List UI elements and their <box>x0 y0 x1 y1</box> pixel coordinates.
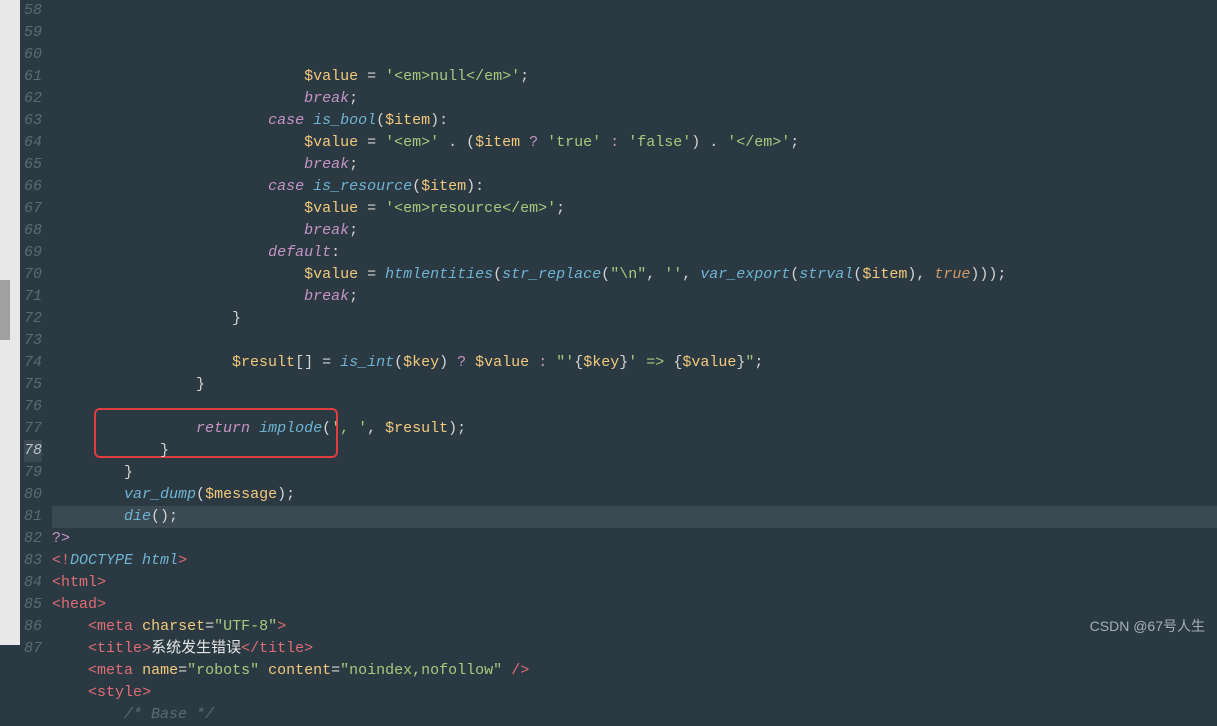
code-line[interactable]: case is_bool($item): <box>52 110 1217 132</box>
code-line[interactable]: <html> <box>52 572 1217 594</box>
line-number: 58 <box>24 0 42 22</box>
code-line[interactable]: break; <box>52 154 1217 176</box>
line-number: 85 <box>24 594 42 616</box>
code-line[interactable]: break; <box>52 88 1217 110</box>
code-content-area[interactable]: $value = '<em>null</em>'; break; case is… <box>52 0 1217 645</box>
code-line[interactable] <box>52 330 1217 352</box>
code-line[interactable]: return implode(', ', $result); <box>52 418 1217 440</box>
code-line[interactable]: } <box>52 462 1217 484</box>
line-number: 65 <box>24 154 42 176</box>
line-number: 78 <box>24 440 42 462</box>
code-line[interactable]: } <box>52 440 1217 462</box>
line-number: 67 <box>24 198 42 220</box>
line-number: 63 <box>24 110 42 132</box>
line-number: 70 <box>24 264 42 286</box>
line-number: 82 <box>24 528 42 550</box>
code-line[interactable]: die(); <box>52 506 1217 528</box>
code-line[interactable]: <style> <box>52 682 1217 704</box>
code-line[interactable]: <meta name="robots" content="noindex,nof… <box>52 660 1217 682</box>
code-line[interactable]: $value = '<em>' . ($item ? 'true' : 'fal… <box>52 132 1217 154</box>
code-line[interactable]: <head> <box>52 594 1217 616</box>
watermark-text: CSDN @67号人生 <box>1090 615 1205 637</box>
code-line[interactable]: var_dump($message); <box>52 484 1217 506</box>
line-number: 75 <box>24 374 42 396</box>
line-number: 73 <box>24 330 42 352</box>
code-line[interactable]: <title>系统发生错误</title> <box>52 638 1217 660</box>
code-line[interactable]: $value = '<em>resource</em>'; <box>52 198 1217 220</box>
code-line[interactable]: default: <box>52 242 1217 264</box>
line-number: 69 <box>24 242 42 264</box>
code-line[interactable]: $result[] = is_int($key) ? $value : "'{$… <box>52 352 1217 374</box>
line-number: 81 <box>24 506 42 528</box>
line-number: 62 <box>24 88 42 110</box>
line-number: 60 <box>24 44 42 66</box>
code-line[interactable]: $value = htmlentities(str_replace("\n", … <box>52 264 1217 286</box>
code-line[interactable]: break; <box>52 286 1217 308</box>
line-number: 66 <box>24 176 42 198</box>
code-line[interactable]: <meta charset="UTF-8"> <box>52 616 1217 638</box>
line-number: 59 <box>24 22 42 44</box>
line-number: 64 <box>24 132 42 154</box>
line-number: 84 <box>24 572 42 594</box>
code-line[interactable]: <!DOCTYPE html> <box>52 550 1217 572</box>
line-number: 87 <box>24 638 42 660</box>
code-line[interactable]: ?> <box>52 528 1217 550</box>
code-line[interactable]: break; <box>52 220 1217 242</box>
code-line[interactable]: $value = '<em>null</em>'; <box>52 66 1217 88</box>
code-line[interactable]: /* Base */ <box>52 704 1217 726</box>
line-number: 74 <box>24 352 42 374</box>
line-number: 80 <box>24 484 42 506</box>
line-number: 61 <box>24 66 42 88</box>
line-number: 71 <box>24 286 42 308</box>
code-line[interactable]: case is_resource($item): <box>52 176 1217 198</box>
line-number: 76 <box>24 396 42 418</box>
code-line[interactable] <box>52 396 1217 418</box>
line-number: 83 <box>24 550 42 572</box>
line-number: 86 <box>24 616 42 638</box>
line-number: 72 <box>24 308 42 330</box>
line-number: 79 <box>24 462 42 484</box>
line-number: 68 <box>24 220 42 242</box>
scrollbar-thumb[interactable] <box>0 280 10 340</box>
code-editor[interactable]: 5859606162636465666768697071727374757677… <box>0 0 1217 645</box>
line-number: 77 <box>24 418 42 440</box>
code-line[interactable]: } <box>52 308 1217 330</box>
code-line[interactable]: } <box>52 374 1217 396</box>
